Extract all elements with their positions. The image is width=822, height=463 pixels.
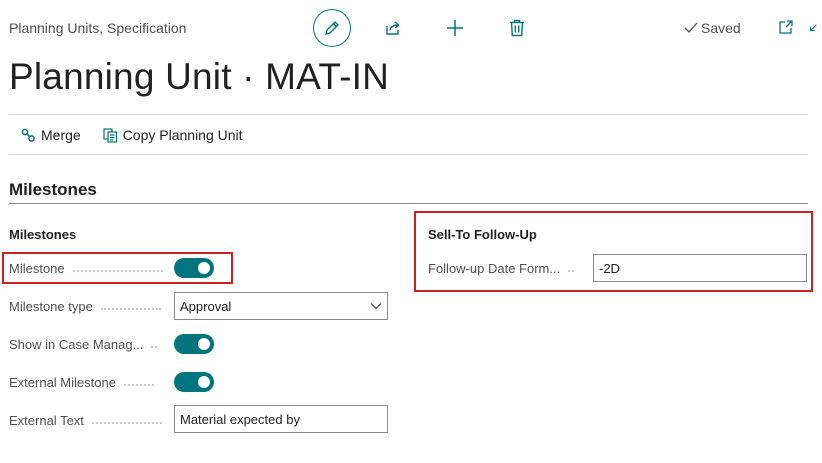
copy-planning-unit-label: Copy Planning Unit bbox=[122, 127, 243, 143]
milestone-type-select[interactable]: Approval bbox=[174, 292, 388, 320]
show-in-case-toggle[interactable] bbox=[174, 334, 214, 354]
merge-label: Merge bbox=[41, 127, 81, 143]
title-divider bbox=[9, 114, 808, 115]
action-divider bbox=[9, 154, 808, 155]
leader-dots bbox=[91, 422, 162, 424]
merge-action[interactable]: Merge bbox=[21, 127, 81, 143]
field-external-text: External Text Material expected by bbox=[9, 405, 389, 435]
chevron-down-icon bbox=[370, 303, 382, 310]
open-in-new-window-button[interactable] bbox=[777, 18, 795, 36]
saved-status: Saved bbox=[684, 20, 741, 36]
page-title: Planning Unit · MAT-IN bbox=[9, 56, 390, 97]
milestone-type-value: Approval bbox=[180, 298, 232, 314]
highlight-milestone bbox=[2, 252, 233, 284]
collapse-button[interactable] bbox=[809, 22, 822, 36]
edit-button[interactable] bbox=[313, 9, 351, 47]
external-milestone-toggle[interactable] bbox=[174, 372, 214, 392]
section-underline bbox=[9, 203, 808, 204]
checkmark-icon bbox=[684, 22, 698, 33]
action-bar: Merge Copy Planning Unit bbox=[21, 127, 243, 143]
toggle-knob bbox=[198, 376, 210, 388]
share-button[interactable] bbox=[383, 18, 403, 38]
external-text-input[interactable]: Material expected by bbox=[174, 405, 388, 433]
pencil-icon bbox=[325, 21, 339, 35]
new-button[interactable] bbox=[445, 18, 465, 38]
copy-icon bbox=[103, 127, 117, 143]
milestone-type-label: Milestone type bbox=[9, 298, 93, 314]
section-title-milestones[interactable]: Milestones bbox=[9, 180, 97, 200]
trash-icon bbox=[510, 19, 524, 37]
field-external-milestone: External Milestone bbox=[9, 367, 389, 397]
show-in-case-label: Show in Case Manag... bbox=[9, 336, 144, 352]
external-text-label: External Text bbox=[9, 412, 84, 428]
popout-icon bbox=[779, 20, 793, 34]
toggle-switch[interactable] bbox=[174, 334, 214, 354]
toggle-knob bbox=[198, 338, 210, 350]
highlight-sell-to-follow-up bbox=[414, 211, 813, 292]
field-milestone-type: Milestone type Approval bbox=[9, 291, 389, 321]
plus-icon bbox=[447, 20, 463, 36]
external-text-value: Material expected by bbox=[180, 412, 300, 427]
leader-dots bbox=[123, 384, 154, 386]
saved-label: Saved bbox=[701, 20, 741, 36]
merge-icon bbox=[21, 128, 35, 142]
group-title-milestones: Milestones bbox=[9, 227, 77, 242]
leader-dots bbox=[100, 308, 161, 310]
field-show-in-case-management: Show in Case Manag... bbox=[9, 329, 389, 359]
leader-dots bbox=[151, 346, 158, 348]
collapse-icon bbox=[810, 24, 817, 32]
breadcrumb[interactable]: Planning Units, Specification bbox=[9, 20, 186, 36]
toggle-switch[interactable] bbox=[174, 372, 214, 392]
external-milestone-label: External Milestone bbox=[9, 374, 116, 390]
delete-button[interactable] bbox=[507, 18, 527, 38]
copy-planning-unit-action[interactable]: Copy Planning Unit bbox=[103, 127, 243, 143]
share-icon bbox=[386, 21, 400, 35]
